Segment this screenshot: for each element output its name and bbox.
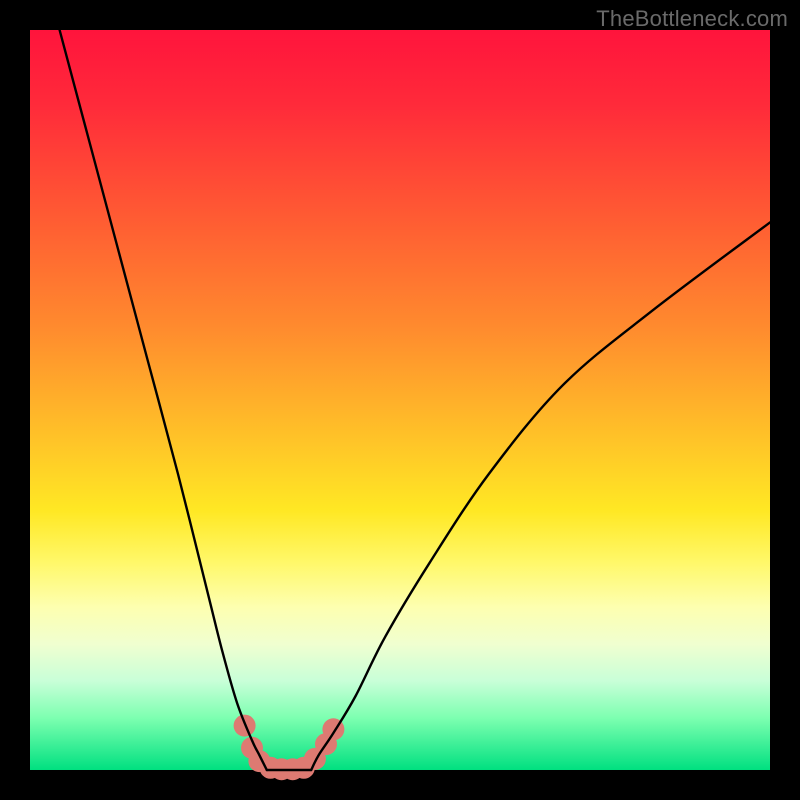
curve-left-branch [60,30,267,770]
watermark-text: TheBottleneck.com [596,6,788,32]
chart-frame: TheBottleneck.com [0,0,800,800]
curve-right-branch [311,222,770,770]
chart-overlay-svg [30,30,770,770]
